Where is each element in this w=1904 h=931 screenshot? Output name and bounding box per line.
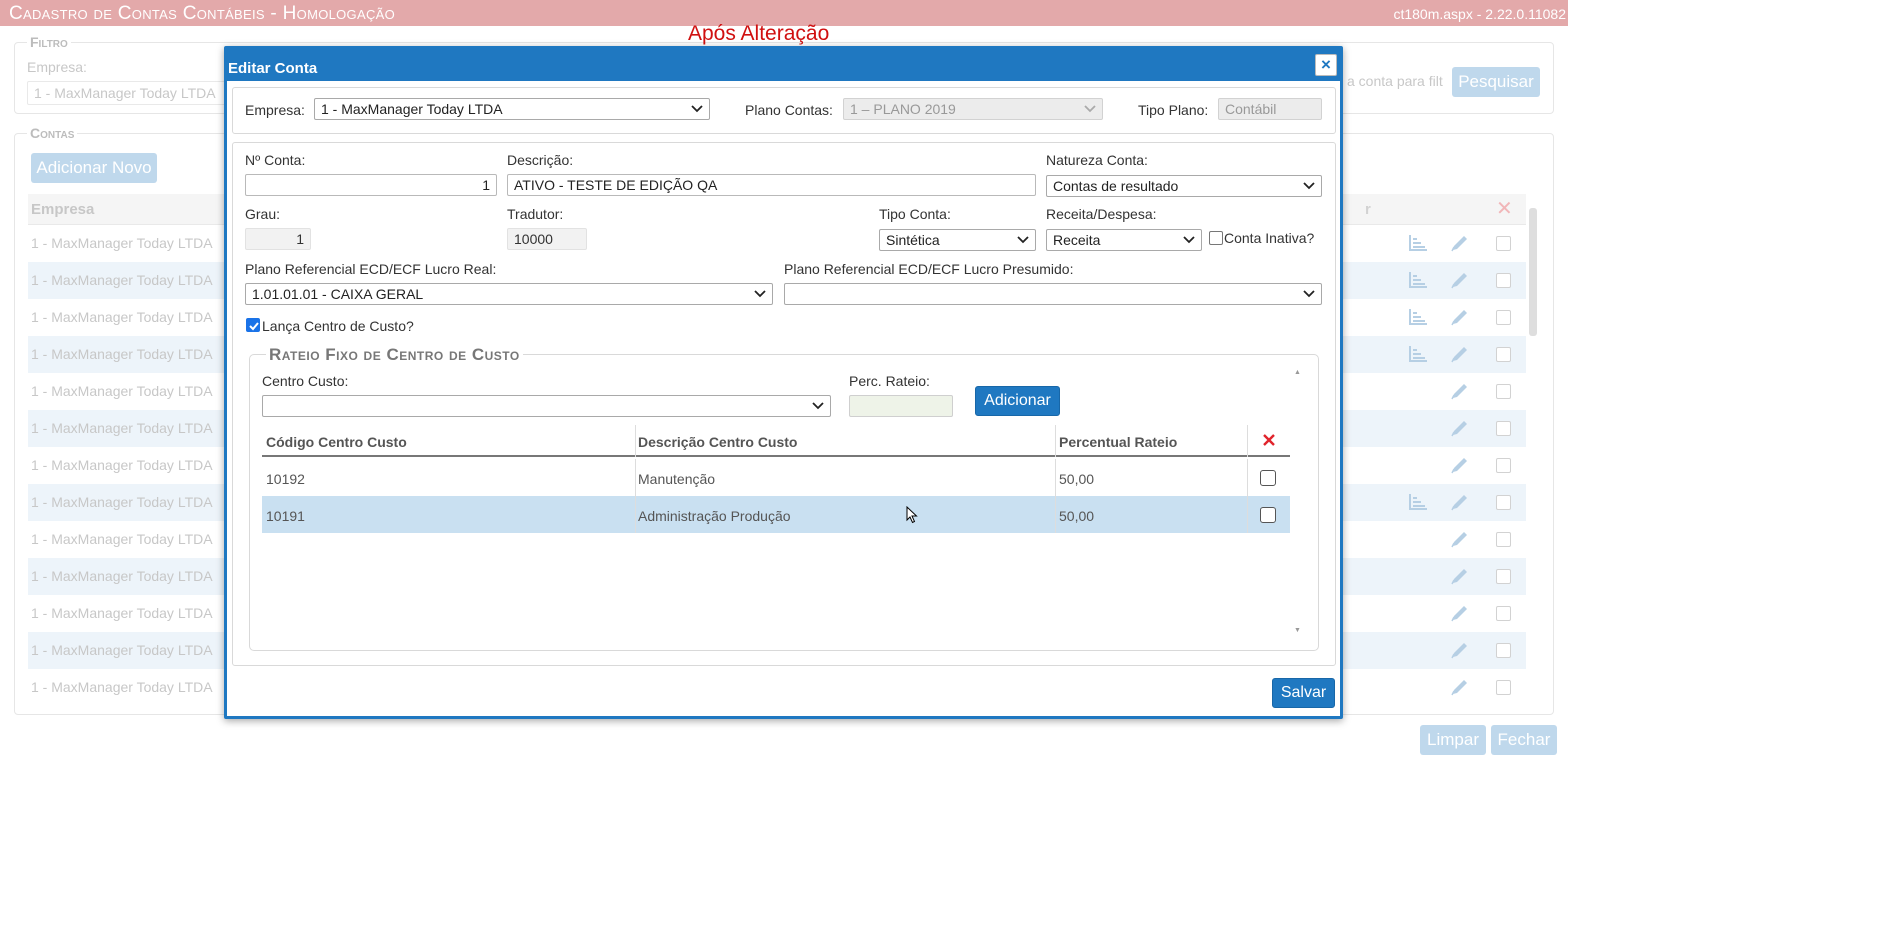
- scroll-down-icon[interactable]: ▼: [1294, 627, 1301, 634]
- chevron-down-icon: [1183, 236, 1195, 244]
- tradutor-field: 10000: [507, 228, 587, 250]
- column-divider: [1247, 496, 1248, 533]
- salvar-button[interactable]: Salvar: [1272, 678, 1335, 708]
- app-title: Cadastro de Contas Contábeis - Homologaç…: [9, 3, 396, 24]
- column-divider: [1247, 425, 1248, 457]
- num-conta-label: Nº Conta:: [245, 152, 306, 168]
- rateio-row[interactable]: 10192 Manutenção 50,00: [262, 459, 1290, 496]
- empresa-select[interactable]: 1 - MaxManager Today LTDA: [314, 98, 710, 120]
- col-percentual-header: Percentual Rateio: [1059, 434, 1178, 450]
- column-divider: [1055, 425, 1056, 457]
- col-codigo-header: Código Centro Custo: [266, 434, 407, 450]
- plano-contas-label: Plano Contas:: [745, 102, 833, 118]
- lanca-cc-checkbox[interactable]: [246, 318, 260, 332]
- rateio-scrollbar[interactable]: ▲ ▼: [1292, 369, 1304, 639]
- centro-custo-label: Centro Custo:: [262, 373, 349, 389]
- column-divider: [635, 459, 636, 496]
- col-descricao-header: Descrição Centro Custo: [638, 434, 798, 450]
- rateio-row-checkbox[interactable]: [1260, 470, 1276, 486]
- tipo-plano-label: Tipo Plano:: [1138, 102, 1209, 118]
- close-icon[interactable]: ×: [1315, 54, 1337, 76]
- plano-presumido-select[interactable]: [784, 283, 1322, 305]
- column-divider: [1055, 496, 1056, 533]
- grau-field: 1: [245, 228, 311, 250]
- lanca-cc-label: Lança Centro de Custo?: [262, 318, 414, 334]
- plano-real-label: Plano Referencial ECD/ECF Lucro Real:: [245, 261, 497, 277]
- version-text: ct180m.aspx - 2.22.0.11082: [1393, 6, 1566, 22]
- modal-header: Editar Conta ×: [227, 49, 1340, 81]
- scroll-up-icon[interactable]: ▲: [1294, 369, 1301, 376]
- checkmark-icon: [249, 322, 259, 331]
- column-divider: [635, 425, 636, 457]
- grau-label: Grau:: [245, 206, 281, 222]
- plano-contas-select: 1 – PLANO 2019: [843, 98, 1103, 120]
- rateio-descricao-cell: Manutenção: [638, 471, 716, 487]
- column-divider: [1247, 459, 1248, 496]
- descricao-input[interactable]: ATIVO - TESTE DE EDIÇÃO QA: [507, 174, 1036, 196]
- num-conta-input[interactable]: 1: [245, 174, 497, 196]
- empresa-label: Empresa:: [245, 102, 305, 118]
- modal-title: Editar Conta: [228, 60, 318, 77]
- rateio-percentual-cell: 50,00: [1059, 471, 1095, 487]
- natureza-label: Natureza Conta:: [1046, 152, 1148, 168]
- column-divider: [1055, 459, 1056, 496]
- chevron-down-icon: [1017, 236, 1029, 244]
- chevron-down-icon: [812, 402, 824, 410]
- adicionar-button[interactable]: Adicionar: [975, 386, 1060, 416]
- tipo-plano-field: Contábil: [1218, 98, 1322, 120]
- mouse-cursor-icon: [906, 506, 918, 524]
- annotation-text: Após Alteração: [688, 22, 830, 45]
- delete-selected-icon[interactable]: [1262, 433, 1276, 447]
- column-divider: [635, 496, 636, 533]
- rateio-descricao-cell: Administração Produção: [638, 508, 791, 524]
- centro-custo-select[interactable]: [262, 395, 831, 417]
- rateio-percentual-cell: 50,00: [1059, 508, 1095, 524]
- receita-select[interactable]: Receita: [1046, 229, 1202, 251]
- rateio-row[interactable]: 10191 Administração Produção 50,00: [262, 496, 1290, 533]
- rateio-row-checkbox[interactable]: [1260, 507, 1276, 523]
- conta-inativa-label: Conta Inativa?: [1224, 230, 1315, 246]
- chevron-down-icon: [754, 290, 766, 298]
- chevron-down-icon: [1303, 290, 1315, 298]
- descricao-label: Descrição:: [507, 152, 574, 168]
- tradutor-label: Tradutor:: [507, 206, 564, 222]
- rateio-codigo-cell: 10191: [266, 508, 305, 524]
- natureza-select[interactable]: Contas de resultado: [1046, 175, 1322, 197]
- chevron-down-icon: [1303, 182, 1315, 190]
- plano-presumido-label: Plano Referencial ECD/ECF Lucro Presumid…: [784, 261, 1074, 277]
- rateio-legend: Rateio Fixo de Centro de Custo: [266, 345, 523, 365]
- rateio-table-header: Código Centro Custo Descrição Centro Cus…: [262, 425, 1290, 457]
- perc-rateio-label: Perc. Rateio:: [849, 373, 930, 389]
- perc-rateio-input[interactable]: [849, 395, 953, 417]
- chevron-down-icon: [1084, 105, 1096, 113]
- tipo-conta-label: Tipo Conta:: [879, 206, 951, 222]
- plano-real-select[interactable]: 1.01.01.01 - CAIXA GERAL: [245, 283, 773, 305]
- conta-inativa-checkbox[interactable]: [1209, 231, 1223, 245]
- rateio-codigo-cell: 10192: [266, 471, 305, 487]
- receita-label: Receita/Despesa:: [1046, 206, 1157, 222]
- tipo-conta-select[interactable]: Sintética: [879, 229, 1036, 251]
- chevron-down-icon: [691, 105, 703, 113]
